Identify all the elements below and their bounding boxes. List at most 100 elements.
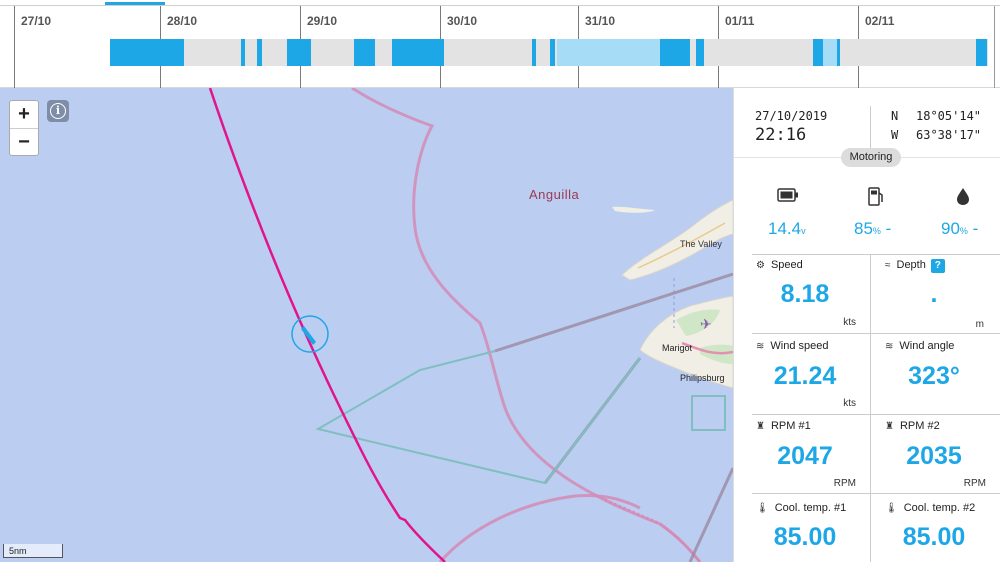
rpm1-label-text: RPM #1 [770, 420, 811, 432]
timeline-segment-light[interactable] [557, 39, 660, 66]
fuel-value-group: 85% - [854, 219, 891, 239]
map-label-philipsburg: Philipsburg [680, 373, 725, 383]
map-info-button[interactable]: i [47, 100, 69, 122]
wind-speed-label-text: Wind speed [770, 340, 829, 352]
grid-line [752, 254, 1000, 255]
timeline-segment[interactable] [257, 39, 262, 66]
timeline-segment[interactable] [976, 39, 987, 66]
latitude-hemisphere: N [891, 109, 899, 123]
map-label-marigot: Marigot [662, 343, 693, 353]
speed-label-text: Speed [770, 259, 803, 271]
depth-label-text: Depth [896, 259, 926, 271]
maritime-boundary [351, 88, 661, 526]
rpm2-label-text: RPM #2 [899, 420, 940, 432]
timeline-day-label: 29/10 [307, 14, 338, 28]
water-value-group: 90% - [941, 219, 978, 239]
timeline-day-label: 01/11 [725, 14, 755, 28]
fuel-value: 85 [854, 219, 873, 238]
timeline-segment[interactable] [392, 39, 444, 66]
timeline-bar[interactable]: 27/10 28/10 29/10 30/10 31/10 01/11 02/1… [0, 0, 1000, 88]
app-root: 27/10 28/10 29/10 30/10 31/10 01/11 02/1… [0, 0, 1000, 562]
engine-icon: ♜ [885, 421, 894, 432]
timeline-day-label: 27/10 [21, 14, 52, 28]
wind-angle-label-text: Wind angle [899, 340, 955, 352]
cool-temp2-value: 85.00 [902, 523, 966, 551]
grid-line [752, 333, 1000, 334]
status-badge: Motoring [841, 148, 901, 167]
cool-temp1-label: 🌡 Cool. temp. #1 [756, 502, 846, 514]
timeline-active-marker [105, 2, 165, 5]
maritime-boundary-lower [438, 494, 641, 562]
wind-speed-label: ≋ Wind speed [756, 340, 828, 352]
wind-angle-value: 323° [908, 362, 960, 390]
cool-temp2-label-text: Cool. temp. #2 [903, 502, 976, 514]
speed-value: 8.18 [780, 280, 830, 308]
teal-zone-square [691, 395, 726, 431]
position-date: 27/10/2019 [755, 109, 828, 123]
depth-unit: m [975, 319, 984, 330]
map-label-the-valley: The Valley [680, 239, 722, 249]
timeline-segment[interactable] [354, 39, 375, 66]
timeline-segment[interactable] [813, 39, 823, 66]
timeline-segment[interactable] [241, 39, 245, 66]
wind-icon: ≋ [885, 341, 894, 352]
timeline-segment[interactable] [287, 39, 311, 66]
timeline-day-label: 30/10 [447, 14, 478, 28]
cool-temp1-label-text: Cool. temp. #1 [774, 502, 847, 514]
timeline-segment[interactable] [110, 39, 184, 66]
timeline-day-0[interactable]: 27/10 [14, 6, 51, 88]
info-icon: i [50, 103, 66, 119]
zoom-out-button[interactable]: − [10, 128, 38, 155]
gray-boundary [688, 467, 733, 562]
airport-icon: ✈ [700, 317, 712, 333]
battery-value-group: 14.4v [768, 219, 806, 239]
timeline-segment[interactable] [837, 39, 840, 66]
depth-value: . [930, 280, 938, 308]
battery-unit: v [801, 226, 806, 236]
timeline-segment-light[interactable] [823, 39, 837, 66]
timeline-top-line [0, 5, 1000, 6]
speed-unit: kts [843, 317, 856, 328]
wind-speed-unit: kts [843, 398, 856, 409]
map-label-anguilla: Anguilla [529, 187, 580, 202]
grid-line [752, 414, 1000, 415]
position-time: 22:16 [755, 125, 807, 145]
depth-help-button[interactable]: ? [930, 259, 945, 273]
zoom-in-button[interactable]: + [10, 101, 38, 128]
timeline-day-label: 28/10 [167, 14, 198, 28]
battery-icon [777, 188, 798, 202]
longitude-value: 63°38'17" [916, 128, 982, 142]
rpm1-label: ♜ RPM #1 [756, 420, 811, 432]
anguilla-cay [612, 206, 655, 213]
timeline-day-label: 02/11 [865, 14, 895, 28]
grid-line [752, 493, 1000, 494]
wind-icon: ≋ [756, 341, 765, 352]
map-scale-bar: 5nm [3, 544, 63, 558]
water-value: 90 [941, 219, 960, 238]
timeline-day-label: 31/10 [585, 14, 616, 28]
wind-speed-value: 21.24 [773, 362, 837, 390]
telemetry-panel: 27/10/2019 22:16 N 18°05'14" W 63°38'17"… [733, 88, 1000, 562]
thermometer-icon: 🌡 [756, 503, 769, 514]
timeline-segment[interactable] [532, 39, 536, 66]
zoom-control: + − [9, 100, 39, 156]
map-view[interactable]: ✈ + − i Anguilla The Valley Marigot Phil… [0, 88, 733, 562]
timeline-segment[interactable] [660, 39, 690, 66]
timeline-right-edge [994, 6, 995, 88]
water-unit: % [959, 226, 968, 236]
position-divider [870, 106, 871, 150]
rpm2-value: 2035 [906, 442, 962, 470]
water-drop-icon [957, 188, 969, 205]
wind-angle-label: ≋ Wind angle [885, 340, 954, 352]
timeline-segment[interactable] [696, 39, 704, 66]
rpm1-unit: RPM [833, 478, 856, 489]
map-canvas: ✈ [208, 88, 733, 562]
fuel-pump-icon [868, 187, 883, 206]
fuel-suffix: - [885, 219, 892, 238]
wave-icon: ≈ [885, 260, 891, 271]
engine-icon: ♜ [756, 421, 765, 432]
grid-divider [870, 254, 871, 562]
timeline-segment[interactable] [550, 39, 555, 66]
thermometer-icon: 🌡 [885, 503, 898, 514]
speedometer-icon: ⚙ [756, 260, 765, 271]
